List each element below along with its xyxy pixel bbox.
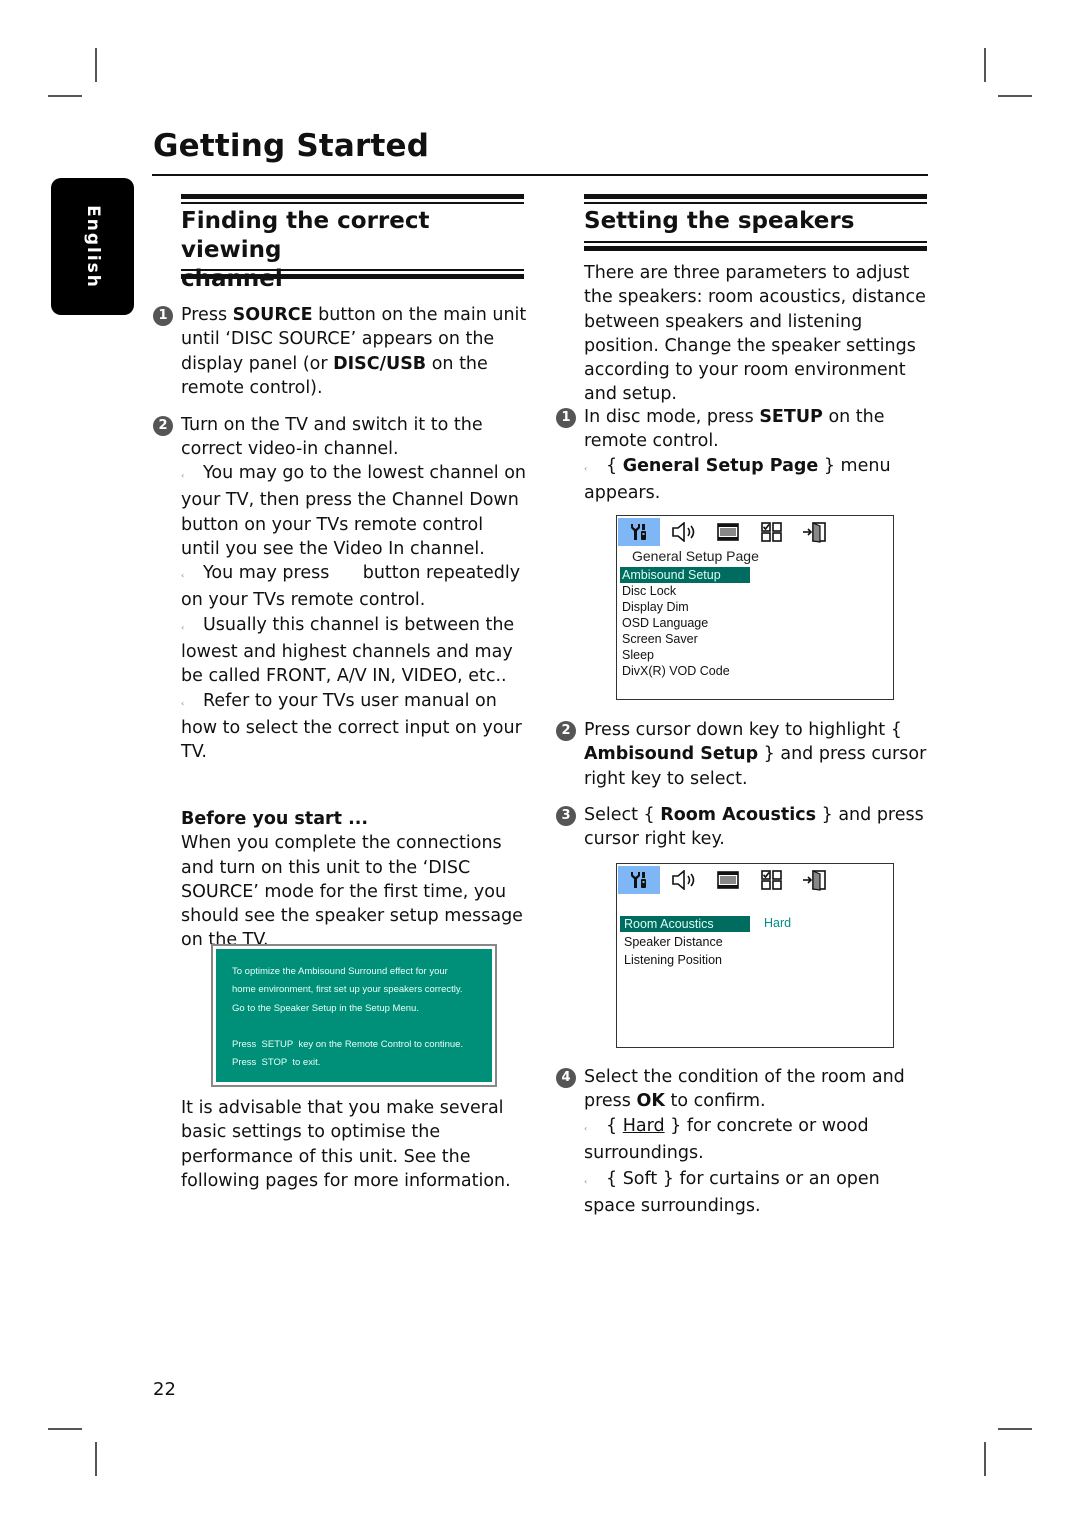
before-text: When you complete the connections and tu… — [181, 833, 523, 951]
crop-mark — [95, 48, 97, 82]
tools-icon[interactable] — [618, 518, 660, 546]
step-number-badge: 3 — [556, 806, 576, 826]
step-number-badge: 1 — [153, 306, 173, 326]
before-you-start: Before you start ... When you complete t… — [181, 807, 526, 953]
step-text: Press cursor down key to highlight { Amb… — [584, 720, 927, 789]
menu-item-divx-vod-code[interactable]: DivX(R) VOD Code — [620, 663, 730, 679]
bullet-icon: ‹ — [181, 471, 185, 480]
step-number-badge: 2 — [556, 721, 576, 741]
crop-mark — [984, 48, 986, 82]
speaker-step-4: 4 Select the condition of the room and p… — [556, 1065, 931, 1114]
tip-item: ‹ Refer to your TVs user manual on how to… — [181, 690, 522, 763]
crop-mark — [95, 1442, 97, 1476]
page-number: 22 — [153, 1379, 176, 1400]
step-1-result: ‹{ General Setup Page } menu appears. — [584, 456, 891, 504]
grid-icon[interactable] — [751, 866, 793, 894]
film-icon[interactable] — [707, 518, 749, 546]
option-hard: ‹{ Hard } for concrete or wood surroundi… — [584, 1116, 869, 1164]
general-setup-menu: General Setup Page Ambisound Setup Disc … — [616, 515, 894, 700]
menu-subtitle: General Setup Page — [632, 548, 759, 564]
exit-door-icon[interactable] — [794, 866, 836, 894]
menu-item-screen-saver[interactable]: Screen Saver — [620, 631, 698, 647]
crop-mark — [998, 95, 1032, 97]
step-number-badge: 4 — [556, 1068, 576, 1088]
ambisound-setup-menu: Room Acoustics Hard Speaker Distance Lis… — [616, 863, 894, 1048]
exit-door-icon[interactable] — [794, 518, 836, 546]
bullet-icon: ‹ — [584, 1176, 588, 1186]
crop-mark — [998, 1428, 1032, 1430]
section-rule-top — [584, 194, 927, 199]
step-number-badge: 2 — [153, 416, 173, 436]
menu-tab-bar — [617, 516, 893, 546]
tools-icon[interactable] — [618, 866, 660, 894]
step-text: Select { Room Acoustics } and press curs… — [584, 805, 924, 850]
tip-item: ‹ Usually this channel is between the low… — [181, 614, 515, 687]
tip-item: ‹ You may press button repeatedly on your… — [181, 563, 526, 611]
section-rule-top — [181, 194, 524, 199]
section-title-speakers: Setting the speakers — [584, 208, 855, 234]
step-text: Press SOURCE button on the main unit unt… — [181, 305, 527, 398]
room-acoustics-value[interactable]: Hard — [764, 916, 791, 930]
speaker-icon[interactable] — [664, 866, 706, 894]
tip-item: ‹ You may go to the lowest channel on you… — [181, 463, 527, 559]
menu-item-listening-position[interactable]: Listening Position — [620, 952, 722, 968]
section-rule-bottom-thin — [584, 241, 927, 243]
language-tab: English — [51, 178, 134, 315]
menu-item-disc-lock[interactable]: Disc Lock — [620, 583, 676, 599]
menu-item-display-dim[interactable]: Display Dim — [620, 599, 689, 615]
section-rule-bottom — [584, 246, 927, 251]
speaker-step-1: 1 In disc mode, press SETUP on the remot… — [556, 405, 931, 454]
menu-item-sleep[interactable]: Sleep — [620, 647, 654, 663]
tips-list: ‹ You may go to the lowest channel on you… — [181, 461, 526, 765]
grid-icon[interactable] — [751, 518, 793, 546]
speaker-step-2: 2 Press cursor down key to highlight { A… — [556, 718, 931, 791]
section-rule-bottom — [181, 274, 524, 279]
speaker-step-3: 3 Select { Room Acoustics } and press cu… — [556, 803, 931, 852]
speaker-icon[interactable] — [664, 518, 706, 546]
step-text: Select the condition of the room and pre… — [584, 1067, 905, 1112]
film-icon[interactable] — [707, 866, 749, 894]
section-rule-top-thin — [584, 202, 927, 204]
step-number-badge: 1 — [556, 408, 576, 428]
before-title: Before you start ... — [181, 809, 369, 829]
language-label: English — [82, 204, 103, 289]
crop-mark — [984, 1442, 986, 1476]
option-soft: ‹{ Soft } for curtains or an open space … — [584, 1168, 880, 1216]
step-1: 1 Press SOURCE button on the main unit u… — [153, 303, 528, 400]
section-rule-top-thin — [181, 202, 524, 204]
crop-mark — [48, 1428, 82, 1430]
step-text: Turn on the TV and switch it to the corr… — [181, 415, 483, 460]
page-title: Getting Started — [153, 128, 430, 164]
section-rule-bottom-thin — [181, 269, 524, 271]
closing-paragraph: It is advisable that you make several ba… — [181, 1098, 511, 1191]
menu-item-osd-language[interactable]: OSD Language — [620, 615, 708, 631]
menu-tab-bar — [617, 864, 893, 894]
crop-mark — [48, 95, 82, 97]
bullet-icon: ‹ — [584, 1124, 588, 1133]
menu-item-ambisound-setup[interactable]: Ambisound Setup — [620, 567, 750, 583]
step-text: In disc mode, press SETUP on the remote … — [584, 407, 885, 452]
bullet-icon: ‹ — [584, 464, 588, 473]
title-divider — [152, 174, 928, 176]
room-options: ‹{ Hard } for concrete or wood surroundi… — [584, 1114, 929, 1218]
bullet-icon: ‹ — [181, 571, 185, 581]
section-title-viewing-channel: Finding the correct viewing channel — [181, 208, 430, 292]
menu-item-room-acoustics[interactable]: Room Acoustics — [620, 916, 750, 932]
speakers-intro: There are three parameters to adjust the… — [584, 263, 926, 405]
speaker-setup-message: To optimize the Ambisound Surround effec… — [211, 944, 497, 1087]
bullet-icon: ‹ — [181, 698, 185, 708]
osd-message-panel: To optimize the Ambisound Surround effec… — [216, 949, 492, 1082]
step-2: 2 Turn on the TV and switch it to the co… — [153, 413, 528, 462]
bullet-icon: ‹ — [181, 622, 185, 632]
menu-item-speaker-distance[interactable]: Speaker Distance — [620, 934, 723, 950]
